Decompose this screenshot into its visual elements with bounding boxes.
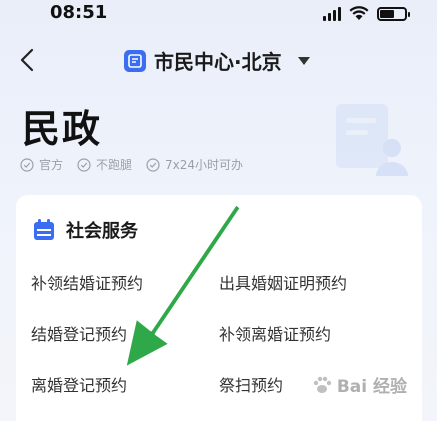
status-time: 08:51 (50, 2, 108, 23)
document-person-illustration (336, 104, 408, 176)
tag-24h: 7x24小时可办 (146, 156, 243, 173)
service-replace-divorce-cert[interactable]: 补领离婚证预约 (219, 321, 331, 345)
citizen-center-icon (124, 49, 146, 72)
tag-label: 不跑腿 (96, 158, 133, 172)
nav-bar: 市民中心·北京 (0, 38, 437, 82)
service-marriage-registration[interactable]: 结婚登记预约 (31, 321, 127, 345)
tag-official: 官方 (20, 156, 63, 173)
city-selector[interactable]: 市民中心·北京 (124, 46, 310, 75)
chevron-down-icon (297, 56, 310, 65)
check-circle-icon (20, 157, 34, 172)
status-bar: 08:51 (0, 0, 437, 30)
service-tomb-sweeping[interactable]: 祭扫预约 (219, 372, 283, 396)
page-title: 民政 (22, 106, 103, 151)
watermark-text: Bai 经验 (336, 377, 407, 397)
section-title: 社会服务 (66, 221, 138, 242)
section-header: 社会服务 (32, 217, 138, 243)
calendar-icon (34, 219, 54, 240)
service-replace-marriage-cert[interactable]: 补领结婚证预约 (31, 270, 143, 294)
tag-no-errand: 不跑腿 (77, 156, 132, 173)
tag-label: 官方 (39, 158, 64, 172)
check-circle-icon (146, 157, 160, 172)
service-divorce-registration[interactable]: 离婚登记预约 (31, 372, 127, 396)
back-arrow-icon[interactable] (16, 48, 40, 72)
service-marriage-proof[interactable]: 出具婚姻证明预约 (219, 270, 347, 294)
signal-icon (323, 6, 341, 21)
battery-icon (377, 6, 410, 21)
nav-title: 市民中心·北京 (154, 50, 282, 74)
status-icons (323, 6, 410, 21)
wifi-icon (349, 6, 369, 20)
tag-label: 7x24小时可办 (165, 158, 244, 172)
watermark: Bai 经验 (311, 372, 407, 397)
check-circle-icon (77, 157, 91, 172)
paw-icon (313, 376, 332, 393)
tag-list: 官方 不跑腿 7x24小时可办 (20, 156, 243, 173)
